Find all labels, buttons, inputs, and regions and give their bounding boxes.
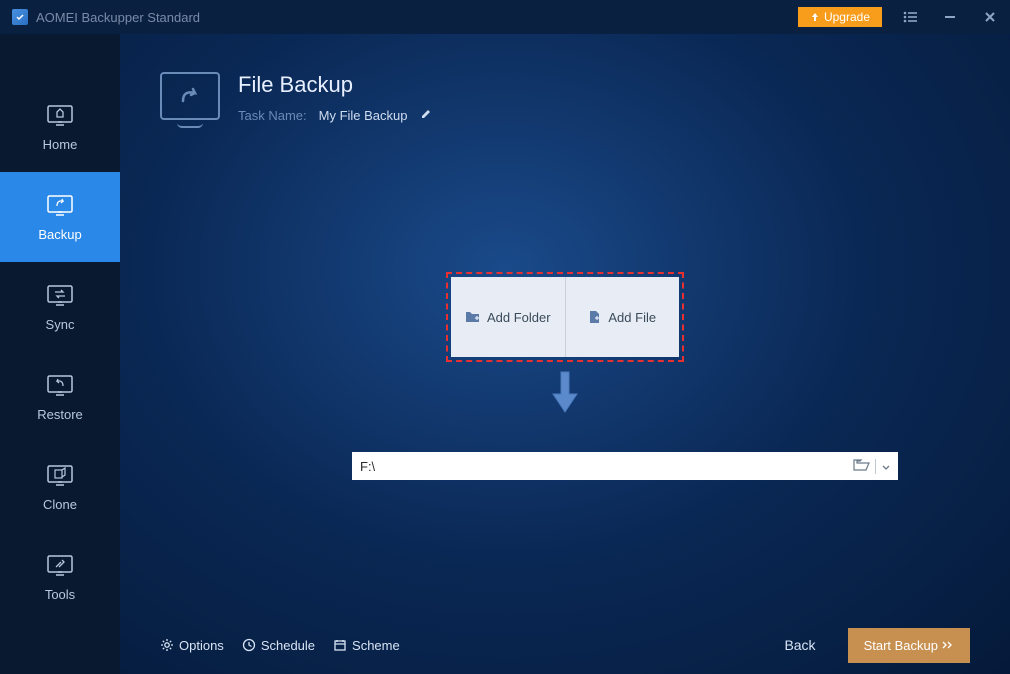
footer: Options Schedule Scheme Back Start Backu…: [120, 616, 1010, 674]
sidebar-item-label: Restore: [37, 407, 83, 422]
sidebar-item-tools[interactable]: Tools: [0, 532, 120, 622]
destination-dropdown-button[interactable]: [875, 459, 890, 474]
sidebar-item-label: Sync: [46, 317, 75, 332]
sidebar-item-backup[interactable]: Backup: [0, 172, 120, 262]
browse-destination-button[interactable]: [853, 458, 871, 475]
gear-icon: [160, 638, 174, 652]
page-title: File Backup: [238, 72, 432, 98]
sidebar-item-label: Backup: [38, 227, 81, 242]
add-file-button[interactable]: Add File: [566, 277, 680, 357]
folder-open-icon: [853, 458, 871, 472]
scheme-button[interactable]: Scheme: [333, 638, 400, 653]
backup-icon: [44, 193, 76, 219]
options-button[interactable]: Options: [160, 638, 224, 653]
sidebar-item-restore[interactable]: Restore: [0, 352, 120, 442]
schedule-button[interactable]: Schedule: [242, 638, 315, 653]
sidebar: Home Backup Sync Restore: [0, 34, 120, 674]
page-header: File Backup Task Name: My File Backup: [120, 34, 1010, 123]
arrow-down-icon: [547, 370, 583, 423]
back-button[interactable]: Back: [770, 629, 829, 661]
task-name-value: My File Backup: [319, 108, 408, 123]
add-source-highlight: Add Folder Add File: [446, 272, 684, 362]
app-logo-icon: [12, 9, 28, 25]
clone-icon: [44, 463, 76, 489]
list-icon: [903, 11, 917, 23]
titlebar: AOMEI Backupper Standard Upgrade: [0, 0, 1010, 34]
restore-icon: [44, 373, 76, 399]
chevron-down-icon: [882, 465, 890, 471]
sidebar-item-clone[interactable]: Clone: [0, 442, 120, 532]
calendar-icon: [333, 638, 347, 652]
upgrade-button[interactable]: Upgrade: [798, 7, 882, 27]
sidebar-item-label: Clone: [43, 497, 77, 512]
destination-controls: [853, 458, 890, 475]
chevron-right-double-icon: [942, 641, 954, 649]
destination-path-text: F:\: [360, 459, 375, 474]
home-icon: [44, 103, 76, 129]
minimize-button[interactable]: [930, 0, 970, 34]
sidebar-item-label: Tools: [45, 587, 75, 602]
close-icon: [984, 11, 996, 23]
app-body: Home Backup Sync Restore: [0, 34, 1010, 674]
add-folder-button[interactable]: Add Folder: [451, 277, 566, 357]
add-source-panel: Add Folder Add File: [451, 277, 679, 357]
app-title: AOMEI Backupper Standard: [36, 10, 200, 25]
titlebar-left: AOMEI Backupper Standard: [12, 9, 200, 25]
source-area: Add Folder Add File: [446, 272, 684, 423]
minimize-icon: [944, 11, 956, 23]
pencil-icon: [420, 108, 432, 120]
sidebar-item-label: Home: [43, 137, 78, 152]
destination-path-input[interactable]: F:\: [352, 452, 898, 480]
app-window: AOMEI Backupper Standard Upgrade: [0, 0, 1010, 674]
sync-icon: [44, 283, 76, 309]
clock-icon: [242, 638, 256, 652]
sidebar-item-sync[interactable]: Sync: [0, 262, 120, 352]
menu-button[interactable]: [890, 0, 930, 34]
file-backup-icon: [160, 72, 220, 120]
file-plus-icon: [588, 310, 602, 324]
upgrade-icon: [810, 12, 820, 22]
folder-plus-icon: [465, 310, 481, 324]
header-text: File Backup Task Name: My File Backup: [238, 72, 432, 123]
task-name-row: Task Name: My File Backup: [238, 108, 432, 123]
start-backup-button[interactable]: Start Backup: [848, 628, 970, 663]
titlebar-right: Upgrade: [798, 0, 1010, 34]
close-button[interactable]: [970, 0, 1010, 34]
task-name-label: Task Name:: [238, 108, 307, 123]
content-area: File Backup Task Name: My File Backup: [120, 34, 1010, 674]
tools-icon: [44, 553, 76, 579]
sidebar-item-home[interactable]: Home: [0, 82, 120, 172]
edit-task-name-button[interactable]: [420, 108, 432, 123]
